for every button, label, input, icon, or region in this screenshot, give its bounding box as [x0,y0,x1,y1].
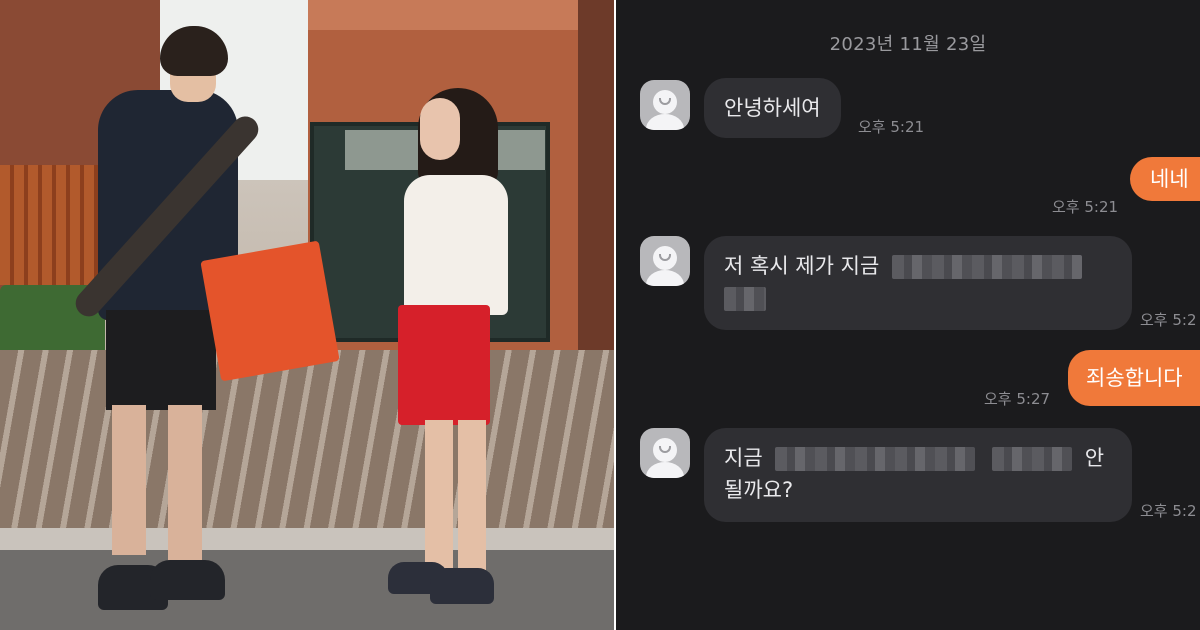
message-text: 저 혹시 제가 지금 [724,254,880,278]
blurred-text [775,447,976,471]
man-leg [112,405,146,555]
blurred-text [992,447,1073,471]
blurred-text [891,255,1082,279]
woman-shoe [430,568,494,604]
message-text: 안 [1084,446,1105,470]
avatar-body [646,114,684,130]
message-bubble-incoming[interactable]: 안녕하세여 [704,78,841,138]
message-bubble-outgoing[interactable]: 죄송합니다 [1068,350,1200,406]
message-text: 죄송합니다 [1086,366,1183,390]
message-text: 안녕하세여 [724,96,821,120]
blurred-text [724,287,766,311]
photo-paving [0,350,614,550]
chat-date: 2023년 11월 23일 [829,34,987,55]
message-time: 오후 5:27 [984,390,1051,408]
photo-house-top [308,0,588,30]
message-time: 오후 5:21 [858,118,925,136]
man-shorts [106,310,216,410]
avatar-icon[interactable] [640,236,690,286]
avatar-icon[interactable] [640,428,690,478]
woman-face [420,98,460,160]
woman-red-shorts [398,305,490,425]
avatar-body [646,270,684,286]
message-time: 오후 5:2 [1140,502,1197,520]
photo-pillar [578,0,614,400]
message-bubble-incoming[interactable]: 저 혹시 제가 지금 [704,236,1132,330]
avatar-body [646,462,684,478]
avatar-icon[interactable] [640,80,690,130]
message-time: 오후 5:2 [1140,311,1197,329]
message-time: 오후 5:21 [1052,198,1119,216]
woman-leg [458,420,486,570]
photo-curb [0,528,614,550]
photo-road [0,550,614,630]
message-bubble-incoming[interactable]: 지금 안 될까요? [704,428,1132,522]
man-shoe [150,560,225,600]
woman-leg [425,420,453,570]
message-text: 지금 [724,446,763,470]
message-text: 될까요? [724,478,794,502]
orange-tote-bag [200,240,340,382]
message-text: 네네 [1150,167,1189,191]
message-bubble-outgoing[interactable]: 네네 [1130,157,1200,201]
scene-photo [0,0,614,630]
chat-screen: 2023년 11월 23일 안녕하세여 오후 5:21 네네 오후 5:21 저… [616,0,1200,630]
man-leg [168,405,202,560]
woman-top [404,175,508,315]
